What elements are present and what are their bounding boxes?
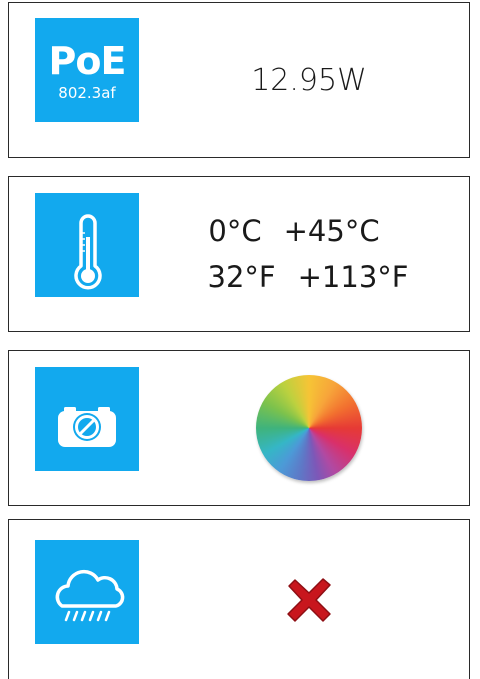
celsius-max: +45°C [283,214,380,248]
color-wheel-icon [256,375,362,481]
poe-spec-card: PoE 802.3af 12.95W [8,2,470,158]
fahrenheit-range: 32°F +113°F [208,254,409,300]
weather-spec-card [8,519,470,679]
rain-cloud-icon [35,540,139,644]
poe-icon: PoE 802.3af [35,18,139,122]
celsius-min: 0°C [208,214,262,248]
weather-value-area [159,520,469,679]
color-value-area [159,351,469,505]
color-spec-card [8,350,470,506]
poe-value-area: 12.95W [159,3,469,157]
power-consumption-value: 12.95W [251,62,367,98]
fahrenheit-max: +113°F [297,260,409,294]
poe-standard-label: 802.3af [58,84,116,102]
fahrenheit-min: 32°F [207,260,276,294]
thermometer-icon [35,193,139,297]
temperature-value-area: 0°C +45°C 32°F +113°F [159,177,469,331]
celsius-range: 0°C +45°C [208,208,379,254]
camera-icon [35,367,139,471]
poe-icon-title: PoE [48,39,127,83]
temperature-spec-card: 0°C +45°C 32°F +113°F [8,176,470,332]
x-mark-icon [287,577,331,622]
